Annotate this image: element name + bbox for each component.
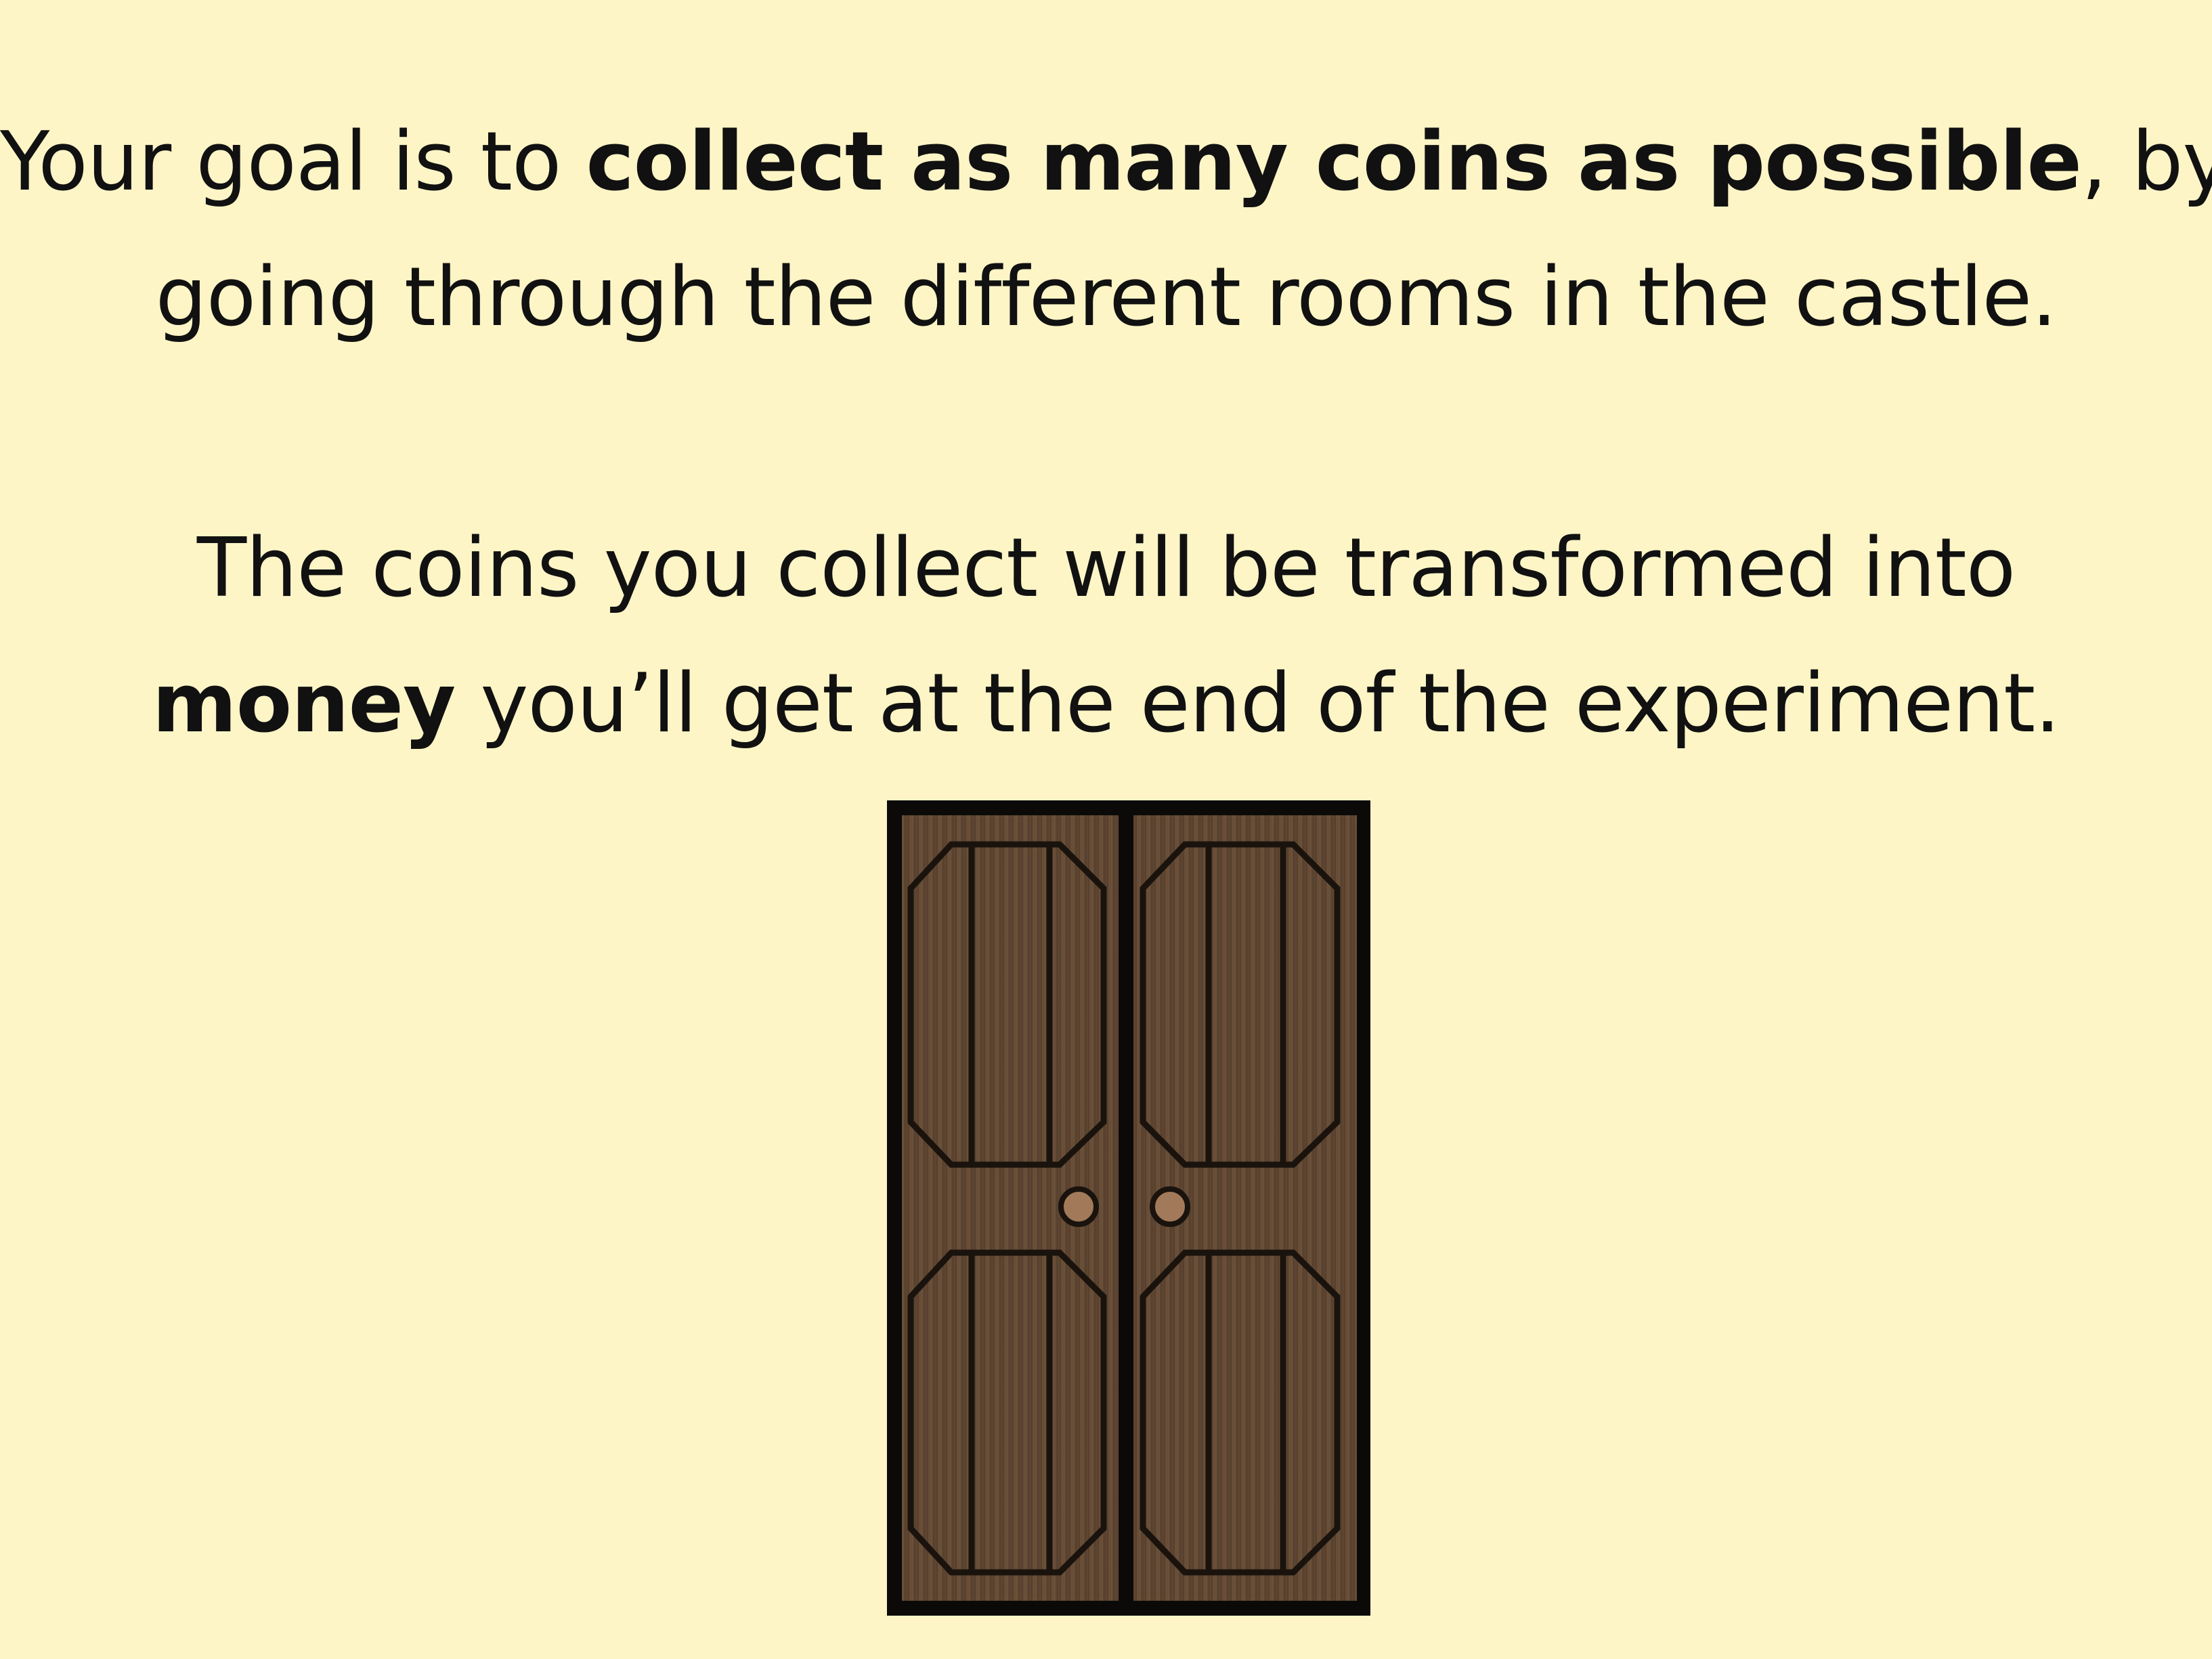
wooden-double-door-icon (887, 800, 1370, 1616)
reward-emphasis: money (152, 657, 456, 751)
goal-line-2: going through the different rooms in the… (155, 251, 2058, 345)
goal-paragraph: Your goal is to collect as many coins as… (0, 95, 2212, 366)
goal-line-1: Your goal is to collect as many coins as… (0, 95, 2212, 230)
goal-emphasis: collect as many coins as possible (586, 115, 2082, 209)
left-door-knob (1058, 1186, 1099, 1227)
reward-line-1: The coins you collect will be transforme… (196, 521, 2016, 616)
goal-text-start: Your goal is to (0, 115, 586, 209)
goal-text-end: , by (2081, 115, 2212, 209)
reward-text-end: you’ll get at the end of the experiment. (455, 657, 2060, 751)
right-door-knob (1150, 1186, 1190, 1227)
reward-line-2: money you’ll get at the end of the exper… (0, 637, 2212, 772)
reward-paragraph: The coins you collect will be transforme… (0, 501, 2212, 772)
